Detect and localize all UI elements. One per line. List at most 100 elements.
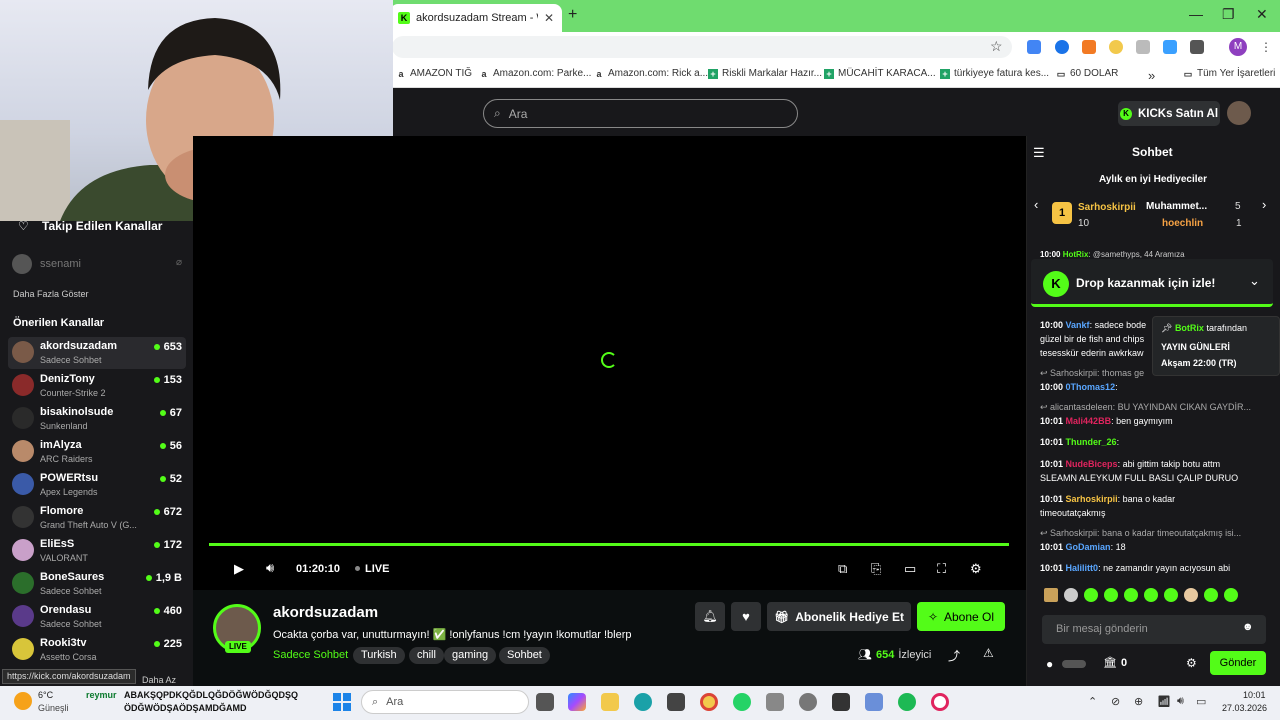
- calculator-icon[interactable]: [832, 693, 850, 711]
- sidebar-channel-item[interactable]: Flomore Grand Theft Auto V (G... 672: [12, 504, 182, 536]
- url-field[interactable]: [392, 36, 1012, 58]
- chat-username[interactable]: Thunder_26: [1066, 437, 1117, 447]
- theater-mode-icon[interactable]: ▭: [904, 561, 916, 577]
- close-tab-icon[interactable]: ✕: [544, 11, 554, 25]
- file-explorer-icon[interactable]: [601, 693, 619, 711]
- task-view-icon[interactable]: [536, 693, 554, 711]
- puzzle-extensions-icon[interactable]: [1190, 40, 1204, 54]
- emote-icon[interactable]: [1084, 588, 1098, 602]
- emote-icon[interactable]: [1204, 588, 1218, 602]
- points-toggle[interactable]: [1062, 660, 1086, 668]
- chat-input[interactable]: Bir mesaj gönderin: [1042, 615, 1266, 644]
- volume-tray-icon[interactable]: 🔊︎: [1177, 695, 1184, 708]
- bookmark-item[interactable]: + türkiyeye fatura kes...: [940, 68, 1049, 79]
- live-indicator[interactable]: LIVE: [365, 563, 389, 575]
- bookmark-star-icon[interactable]: ☆: [990, 38, 1003, 55]
- emoji-icon[interactable]: ☻: [1242, 621, 1254, 633]
- emote-icon[interactable]: [1144, 588, 1158, 602]
- bookmark-item[interactable]: + MÜCAHİT KARACA...: [824, 68, 936, 79]
- sidebar-channel-item[interactable]: BoneSaures Sadece Sohbet 1,9 B: [12, 570, 182, 602]
- bookmark-folder[interactable]: ▭ 60 DOLAR: [1056, 68, 1119, 79]
- send-button[interactable]: Gönder: [1210, 651, 1266, 675]
- volume-icon[interactable]: 🔊︎: [266, 560, 274, 576]
- search-input[interactable]: ⌕ Ara: [483, 99, 798, 128]
- follow-heart-icon[interactable]: ♥: [731, 602, 761, 631]
- browser-tab[interactable]: K akordsuzadam Stream - Watch ✕: [390, 4, 562, 32]
- share-icon[interactable]: ⤴: [948, 647, 960, 664]
- notification-bell-icon[interactable]: 🔔︎: [695, 602, 725, 631]
- new-tab-button[interactable]: +: [568, 6, 577, 24]
- user-avatar[interactable]: [1227, 101, 1251, 125]
- snipping-tool-icon[interactable]: [766, 693, 784, 711]
- chat-username[interactable]: Sarhoskirpii: [1066, 494, 1118, 504]
- sidebar-channel-item[interactable]: bisakinolsude Sunkenland 67: [12, 405, 182, 437]
- tag-pill[interactable]: chill: [409, 647, 444, 664]
- sidebar-channel-item[interactable]: Rooki3tv Assetto Corsa 225: [12, 636, 182, 668]
- tag-pill[interactable]: gaming: [444, 647, 497, 664]
- play-icon[interactable]: ▶: [234, 561, 244, 577]
- chat-username[interactable]: Vankf: [1066, 320, 1090, 330]
- sidebar-channel-item[interactable]: Orendasu Sadece Sohbet 460: [12, 603, 182, 635]
- chat-settings-gear-icon[interactable]: ⚙: [1186, 656, 1197, 670]
- weather-sun-icon[interactable]: [14, 692, 32, 710]
- clock-time[interactable]: 10:01: [1243, 690, 1266, 700]
- stream-category-link[interactable]: Sadece Sohbet: [273, 649, 348, 661]
- taskbar-search[interactable]: ⌕ Ara: [361, 690, 529, 714]
- gifter-name[interactable]: Muhammet...: [1146, 201, 1207, 212]
- channel-name-title[interactable]: akordsuzadam: [273, 604, 378, 621]
- extension-icon[interactable]: [1109, 40, 1123, 54]
- extension-icon[interactable]: [1163, 40, 1177, 54]
- maximize-icon[interactable]: ❐: [1222, 6, 1235, 23]
- whatsapp-icon[interactable]: [733, 693, 751, 711]
- bookmark-item[interactable]: a Amazon.com: Rick a...: [594, 68, 708, 79]
- miniplayer-icon[interactable]: ⧉: [838, 561, 847, 577]
- tag-pill[interactable]: Sohbet: [499, 647, 550, 664]
- tag-pill[interactable]: Turkish: [353, 647, 405, 664]
- fullscreen-icon[interactable]: ⛶: [937, 561, 946, 577]
- chrome-icon[interactable]: [700, 693, 718, 711]
- gifter-name[interactable]: hoechlin: [1162, 218, 1203, 229]
- extension-icon[interactable]: [1055, 40, 1069, 54]
- sidebar-channel-item[interactable]: akordsuzadam Sadece Sohbet 653: [12, 339, 182, 371]
- chat-username[interactable]: Halilitt0: [1066, 563, 1099, 573]
- gifter-name[interactable]: Sarhoskirpii: [1078, 202, 1136, 213]
- sidebar-channel-item[interactable]: imAlyza ARC Raiders 56: [12, 438, 182, 470]
- subscribe-button[interactable]: ✧ Abone Ol: [917, 602, 1005, 631]
- emote-icon[interactable]: [1104, 588, 1118, 602]
- store-icon[interactable]: 🏛︎: [1103, 656, 1117, 669]
- bookmarks-more-button[interactable]: »: [1148, 68, 1155, 83]
- store-app-icon[interactable]: [667, 693, 685, 711]
- show-less-link[interactable]: Daha Az: [142, 675, 176, 685]
- chevron-left-icon[interactable]: ‹: [1034, 197, 1038, 212]
- chevron-down-icon[interactable]: ⌄: [1249, 273, 1260, 289]
- emote-icon[interactable]: [1224, 588, 1238, 602]
- clock-date[interactable]: 27.03.2026: [1222, 703, 1267, 713]
- notepad-icon[interactable]: [865, 693, 883, 711]
- sidebar-channel-item[interactable]: POWERtsu Apex Legends 52: [12, 471, 182, 503]
- windows-start-icon[interactable]: [333, 693, 351, 711]
- chat-username[interactable]: Mali442BB: [1066, 416, 1112, 426]
- tray-app-icon[interactable]: ⊕: [1134, 695, 1143, 708]
- copilot-icon[interactable]: [568, 693, 586, 711]
- gift-subscription-button[interactable]: 🎁︎ Abonelik Hediye Et: [767, 602, 911, 631]
- translate-extension-icon[interactable]: [1027, 40, 1041, 54]
- show-more-link[interactable]: Daha Fazla Göster: [13, 289, 89, 299]
- chevron-right-icon[interactable]: ›: [1262, 197, 1266, 212]
- report-warning-icon[interactable]: ⚠: [983, 646, 994, 660]
- video-progress-bar[interactable]: [209, 543, 1009, 546]
- opera-icon[interactable]: [931, 693, 949, 711]
- emote-icon[interactable]: [1164, 588, 1178, 602]
- chat-username[interactable]: GoDamian: [1066, 542, 1111, 552]
- extension-icon[interactable]: [1082, 40, 1096, 54]
- chat-username[interactable]: 0Thomas12: [1066, 382, 1116, 392]
- all-bookmarks-folder[interactable]: ▭ Tüm Yer İşaretleri: [1183, 68, 1276, 79]
- sidebar-channel-item[interactable]: EliEsS VALORANT 172: [12, 537, 182, 569]
- battery-icon[interactable]: ▭: [1196, 695, 1206, 708]
- settings-gear-icon[interactable]: ⚙: [970, 561, 982, 577]
- tray-app-icon[interactable]: ⊘: [1111, 695, 1120, 708]
- chat-username[interactable]: NudeBiceps: [1066, 459, 1118, 469]
- edge-icon[interactable]: [634, 693, 652, 711]
- tray-chevron-up-icon[interactable]: ⌃: [1088, 695, 1097, 708]
- profile-avatar[interactable]: M: [1229, 38, 1247, 56]
- app-icon[interactable]: [799, 693, 817, 711]
